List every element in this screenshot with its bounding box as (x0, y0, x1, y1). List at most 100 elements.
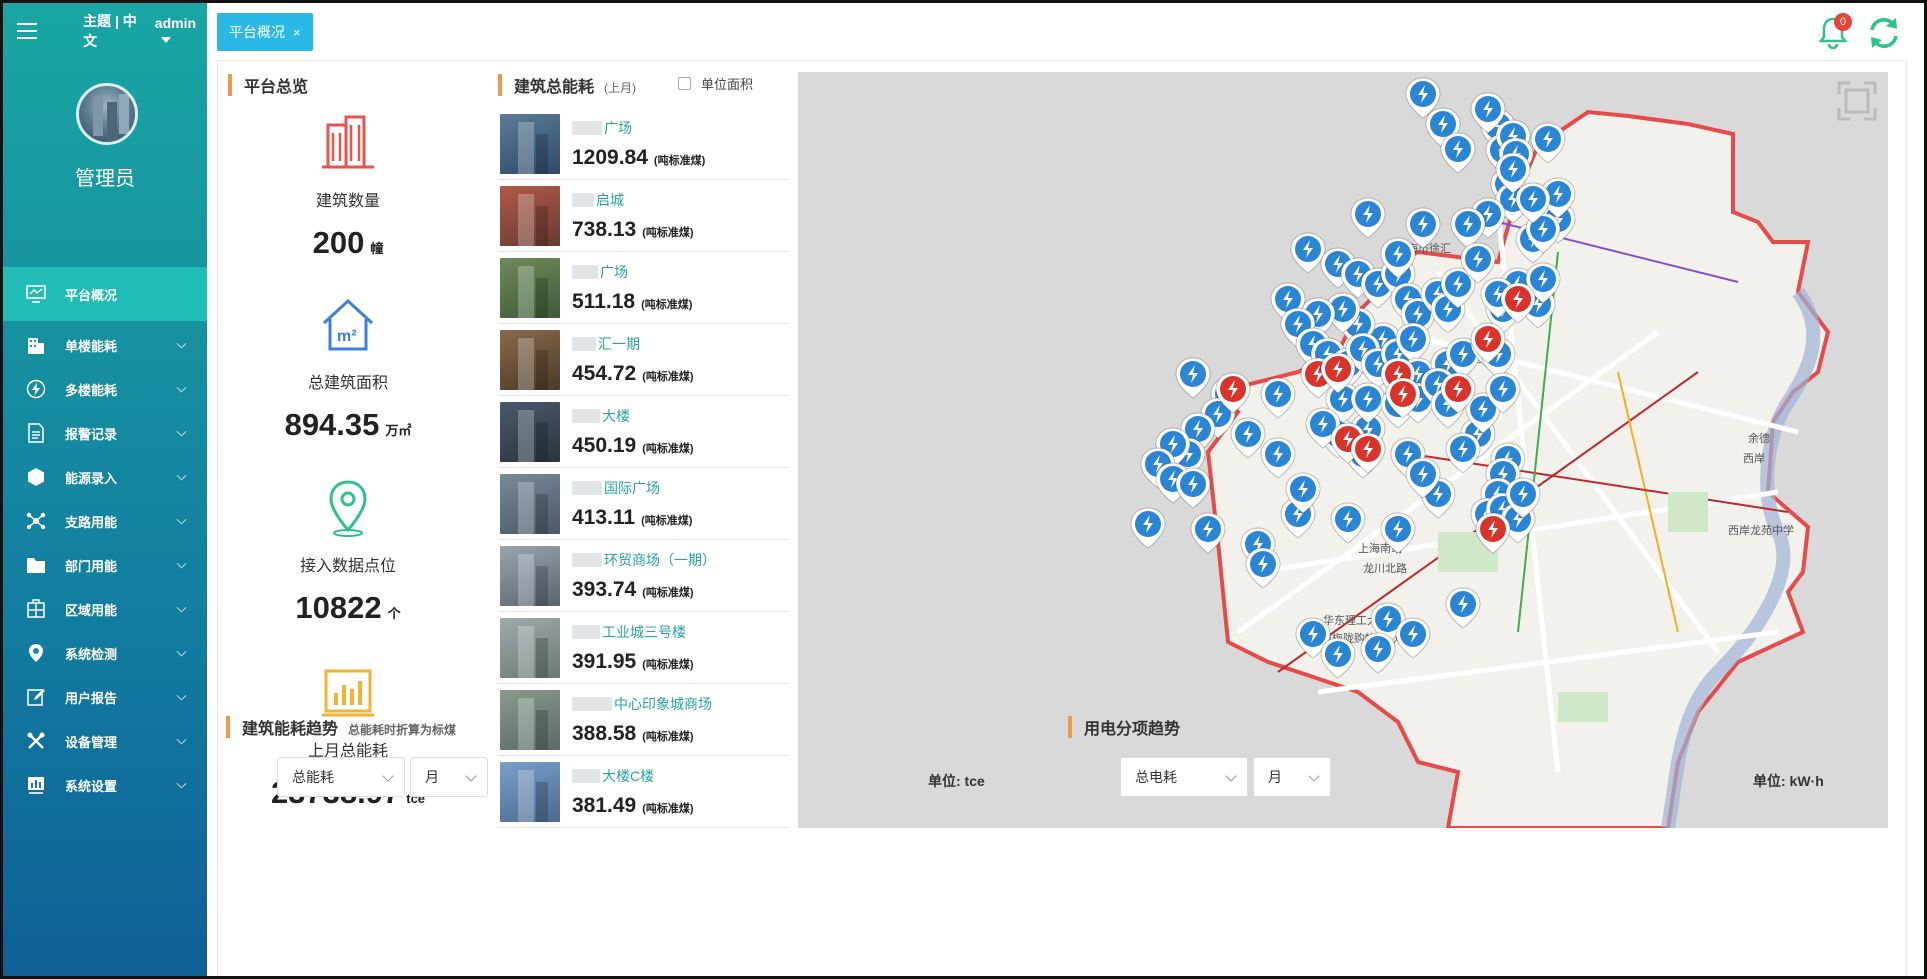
building-energy-list: 广场 1209.84 (吨标准煤) 启城 738.13 (吨标准煤) 广场 511.18 (吨标… (498, 108, 788, 828)
sidebar-item-system-settings[interactable]: 系统设置 (3, 763, 207, 807)
building-name[interactable]: 环贸商场（一期） (572, 550, 716, 570)
building-marker[interactable] (1440, 132, 1476, 174)
sidebar-item-label: 系统设置 (65, 778, 118, 794)
notification-bell-icon[interactable]: 0 (1816, 13, 1852, 51)
building-marker[interactable] (1405, 207, 1441, 249)
fullscreen-icon[interactable] (1836, 80, 1878, 122)
unit-area-toggle[interactable]: 单位面积 (678, 74, 753, 93)
sidebar-item-overview[interactable]: 平台概况 (3, 267, 207, 321)
theme-language-switch[interactable]: 主题 | 中文 (83, 11, 145, 51)
building-info: 中心印象城商场 388.58 (吨标准煤) (572, 694, 712, 746)
chevron-down-icon (176, 602, 187, 613)
overview-total-area: m² 总建筑面积 894.35 万㎡ (223, 295, 473, 443)
buildings-title: 建筑总能耗 (514, 79, 595, 96)
building-row[interactable]: 广场 511.18 (吨标准煤) (498, 252, 788, 324)
chevron-down-icon (176, 426, 187, 437)
trend-period-select[interactable]: 月 (410, 757, 488, 797)
sidebar-item-energy-input[interactable]: 能源录入 (3, 455, 207, 499)
building-name[interactable]: 国际广场 (572, 478, 692, 498)
building-marker[interactable] (1175, 467, 1211, 509)
hexagon-icon (25, 466, 47, 488)
building-energy-unit: (吨标准煤) (642, 802, 694, 815)
building-row[interactable]: 环贸商场（一期） 393.74 (吨标准煤) (498, 540, 788, 612)
select-value: 月 (1268, 769, 1282, 785)
sidebar-item-label: 能源录入 (65, 470, 118, 486)
building-name[interactable]: 工业城三号楼 (572, 622, 694, 642)
map-canvas[interactable]: 上海市徐汇 教堂 上海南站 华东理工大学 华轻梅陇购物中心 西岸 西岸龙苑中学 … (798, 72, 1888, 828)
caret-down-icon (160, 37, 171, 44)
map-view[interactable]: 上海市徐汇 教堂 上海南站 华东理工大学 华轻梅陇购物中心 西岸 西岸龙苑中学 … (798, 72, 1888, 828)
redacted-text (572, 624, 600, 639)
power-metric-select[interactable]: 总电耗 (1120, 757, 1248, 797)
sidebar-item-label: 用户报告 (65, 690, 118, 706)
building-row[interactable]: 启城 738.13 (吨标准煤) (498, 180, 788, 252)
building-name[interactable]: 汇一期 (572, 334, 694, 354)
building-energy-unit: (吨标准煤) (642, 442, 694, 455)
sidebar-item-department-energy[interactable]: 部门用能 (3, 543, 207, 587)
building-row[interactable]: 广场 1209.84 (吨标准煤) (498, 108, 788, 180)
redacted-text (572, 120, 602, 135)
overview-section-title: 平台总览 (228, 73, 308, 97)
building-thumbnail (500, 113, 560, 174)
refresh-icon[interactable] (1866, 15, 1902, 51)
building-marker[interactable] (1450, 207, 1486, 249)
power-period-select[interactable]: 月 (1253, 757, 1331, 797)
building-thumbnail (500, 617, 560, 678)
chevron-down-icon (382, 770, 394, 782)
tab-label: 平台概况 (229, 24, 285, 40)
building-energy-value: 381.49 (572, 793, 637, 817)
tab-close-icon[interactable]: × (293, 25, 301, 40)
sidebar-item-system-detection[interactable]: 系统检测 (3, 631, 207, 675)
avatar[interactable] (76, 83, 138, 145)
menu-toggle-icon[interactable] (17, 23, 38, 39)
notification-badge: 0 (1834, 13, 1852, 31)
sidebar-item-user-report[interactable]: 用户报告 (3, 675, 207, 719)
building-marker[interactable] (1175, 357, 1211, 399)
building-name[interactable]: 广场 (572, 262, 692, 282)
sidebar-item-device-management[interactable]: 设备管理 (3, 719, 207, 763)
building-marker[interactable] (1290, 232, 1326, 274)
sidebar-item-multi-building[interactable]: 多楼能耗 (3, 367, 207, 411)
title-accent-bar (1068, 716, 1072, 738)
building-name[interactable]: 广场 (572, 118, 705, 138)
sidebar-item-region-energy[interactable]: 区域用能 (3, 587, 207, 631)
building-marker[interactable] (1130, 507, 1166, 549)
data-points-value: 10822 (295, 590, 382, 625)
redacted-text (572, 336, 596, 351)
sidebar-item-branch-energy[interactable]: 支路用能 (3, 499, 207, 543)
building-row[interactable]: 大楼C楼 381.49 (吨标准煤) (498, 756, 788, 828)
unit-area-checkbox[interactable] (678, 77, 691, 90)
sidebar: 主题 | 中文 admin 管理员 平台概况 单楼能耗 多楼能耗 报警记录 能源… (3, 3, 207, 976)
app-frame: 主题 | 中文 admin 管理员 平台概况 单楼能耗 多楼能耗 报警记录 能源… (0, 0, 1927, 979)
building-energy-value: 1209.84 (572, 145, 648, 169)
building-energy-unit: (吨标准煤) (642, 226, 694, 239)
overview-building-count: 建筑数量 200 幢 (223, 113, 473, 261)
building-row[interactable]: 国际广场 413.11 (吨标准煤) (498, 468, 788, 540)
building-row[interactable]: 汇一期 454.72 (吨标准煤) (498, 324, 788, 396)
sidebar-item-alarm-records[interactable]: 报警记录 (3, 411, 207, 455)
building-row[interactable]: 大楼 450.19 (吨标准煤) (498, 396, 788, 468)
user-dropdown[interactable]: admin (155, 15, 207, 47)
building-row[interactable]: 中心印象城商场 388.58 (吨标准煤) (498, 684, 788, 756)
lightning-icon (25, 378, 47, 400)
sidebar-item-label: 设备管理 (65, 734, 118, 750)
building-name[interactable]: 启城 (572, 190, 694, 210)
building-energy-unit: (吨标准煤) (642, 730, 694, 743)
redacted-text (572, 264, 598, 279)
building-name[interactable]: 中心印象城商场 (572, 694, 712, 714)
overview-label: 总建筑面积 (307, 375, 388, 392)
building-energy-unit: (吨标准煤) (641, 298, 693, 311)
overview-value: 200 幢 (223, 225, 473, 261)
building-name[interactable]: 大楼C楼 (572, 766, 694, 786)
trend-subtitle: 总能耗时折算为标煤 (348, 723, 457, 737)
tab-platform-overview[interactable]: 平台概况 × (217, 13, 313, 51)
sidebar-item-single-building[interactable]: 单楼能耗 (3, 323, 207, 367)
sidebar-item-label: 部门用能 (65, 558, 118, 574)
building-marker[interactable] (1350, 197, 1386, 239)
building-thumbnail (500, 761, 560, 822)
trend-metric-select[interactable]: 总能耗 (277, 757, 405, 797)
building-row[interactable]: 工业城三号楼 391.95 (吨标准煤) (498, 612, 788, 684)
building-name[interactable]: 大楼 (572, 406, 694, 426)
sidebar-item-label: 报警记录 (65, 426, 118, 442)
building-info: 工业城三号楼 391.95 (吨标准煤) (572, 622, 694, 674)
